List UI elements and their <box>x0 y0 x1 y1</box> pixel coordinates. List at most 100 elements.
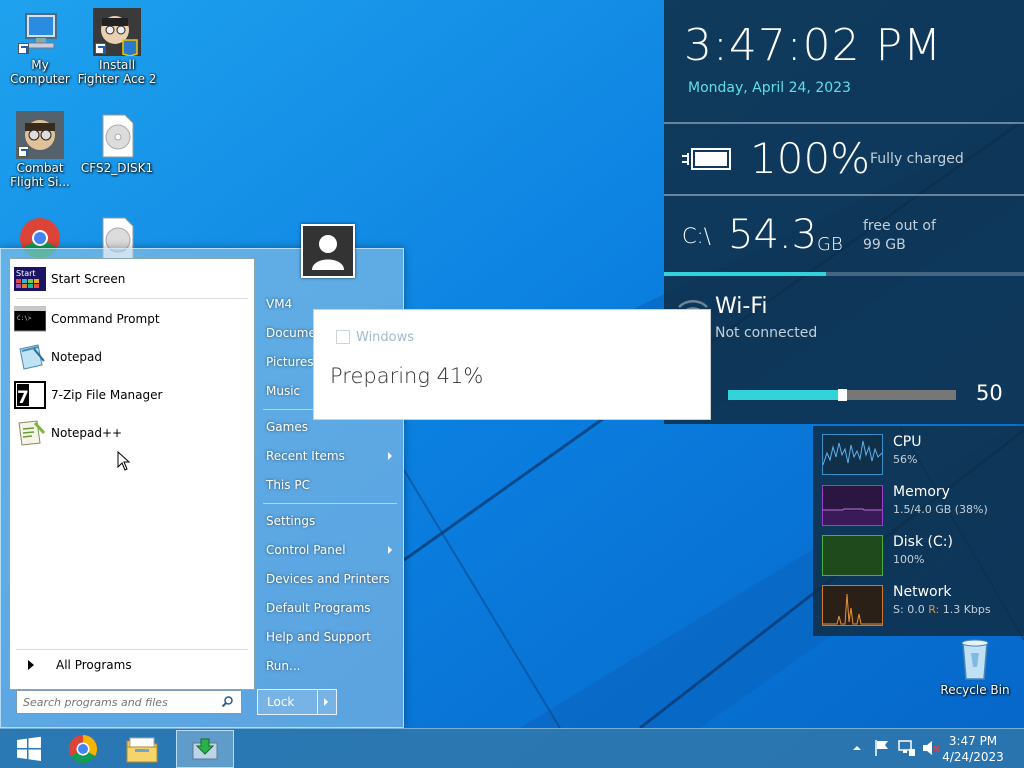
file-explorer-icon <box>126 737 158 763</box>
start-screen-icon: Start <box>14 265 46 293</box>
start-search-box[interactable] <box>16 690 242 714</box>
disk-total: 99 GB <box>863 237 906 253</box>
lock-options-arrow-icon[interactable] <box>324 698 328 706</box>
program-label: Notepad <box>51 350 102 364</box>
program-label: Notepad++ <box>51 426 123 440</box>
disk-free-caption: free out of <box>863 218 936 234</box>
dialog-title: Windows <box>356 330 415 345</box>
windows-logo-icon <box>17 736 41 761</box>
windows-logo-icon <box>336 330 350 344</box>
divider <box>664 194 1024 196</box>
lock-label: Lock <box>258 690 318 714</box>
dialog-status: Preparing 41% <box>330 364 484 388</box>
show-hidden-icons-icon[interactable] <box>852 743 862 753</box>
wifi-title: Wi-Fi <box>715 294 768 319</box>
lock-button[interactable]: Lock <box>257 689 337 715</box>
disk-usage-fill <box>664 272 826 276</box>
network-status-icon[interactable] <box>898 739 916 757</box>
places-item-default-programs[interactable]: Default Programs <box>266 596 398 620</box>
program-start-screen[interactable]: Start Start Screen <box>14 263 250 295</box>
divider <box>16 298 248 299</box>
volume-thumb[interactable] <box>838 389 847 401</box>
user-avatar[interactable] <box>301 224 355 278</box>
fighter-ace-installer-icon <box>93 8 141 57</box>
perf-network-name: Network <box>893 584 952 600</box>
user-icon <box>312 235 344 270</box>
places-item-control-panel[interactable]: Control Panel <box>266 538 398 562</box>
places-item-this-pc[interactable]: This PC <box>266 473 398 497</box>
action-center-flag-icon[interactable] <box>874 739 890 757</box>
wifi-status: Not connected <box>715 325 818 341</box>
desktop-icon-label: Recycle Bin <box>940 683 1010 697</box>
divider <box>16 649 248 650</box>
desktop-icon-label: My Computer <box>10 58 70 86</box>
mouse-cursor-icon <box>117 451 131 471</box>
program-notepad-plus-plus[interactable]: Notepad++ <box>14 417 250 449</box>
perf-network-value: S: 0.0 R: 1.3 Kbps <box>893 603 991 616</box>
volume-value: 50 <box>976 381 1003 405</box>
svg-text:Start: Start <box>16 269 36 278</box>
places-item-settings[interactable]: Settings <box>266 509 398 533</box>
taskbar-clock[interactable]: 3:47 PM 4/24/2023 <box>938 733 1008 765</box>
search-input[interactable] <box>23 695 219 709</box>
system-info-panel: 3:47:02 PM Monday, April 24, 2023 100% F… <box>664 0 1024 424</box>
memory-graph <box>822 485 883 526</box>
disk-unit: GB <box>817 234 843 255</box>
command-prompt-icon: C:\> <box>13 305 47 333</box>
desktop-icon-install-fighter-ace[interactable]: Install Fighter Ace 2 <box>77 8 157 86</box>
battery-status: Fully charged <box>870 151 964 167</box>
panel-date: Monday, April 24, 2023 <box>688 80 851 96</box>
submenu-arrow-icon <box>388 546 392 554</box>
taskbar-file-explorer-button[interactable] <box>113 730 171 768</box>
taskbar-date: 4/24/2023 <box>942 750 1004 764</box>
performance-panel: CPU 56% Memory 1.5/4.0 GB (38%) Disk (C:… <box>813 426 1024 636</box>
cpu-graph <box>822 434 883 475</box>
volume-slider[interactable] <box>728 389 956 401</box>
perf-cpu-value: 56% <box>893 453 918 466</box>
desktop-icon-label: Install Fighter Ace 2 <box>77 58 157 86</box>
desktop-icon-combat-flight-sim[interactable]: Combat Flight Si... <box>0 111 80 189</box>
panel-clock: 3:47:02 PM <box>684 20 943 71</box>
all-programs-button[interactable]: All Programs <box>18 654 250 676</box>
disk-graph <box>822 535 883 576</box>
combat-flight-sim-icon <box>16 111 64 159</box>
program-command-prompt[interactable]: C:\> Command Prompt <box>13 303 250 335</box>
all-programs-label: All Programs <box>56 658 132 672</box>
perf-disk-name: Disk (C:) <box>893 534 953 550</box>
taskbar: 3:47 PM 4/24/2023 <box>0 728 1024 768</box>
places-item-run[interactable]: Run... <box>266 654 398 678</box>
notepad-icon <box>14 343 46 371</box>
desktop-icon-label: Combat Flight Si... <box>10 161 70 189</box>
desktop-icon-label: CFS2_DISK1 <box>80 161 154 175</box>
desktop-icon-recycle-bin[interactable]: Recycle Bin <box>935 633 1015 697</box>
places-item-devices-printers[interactable]: Devices and Printers <box>266 567 398 591</box>
start-button[interactable] <box>0 730 58 768</box>
places-item-help-support[interactable]: Help and Support <box>266 625 398 649</box>
7zip-icon: 7z <box>14 381 46 409</box>
notepad-plus-plus-icon <box>14 419 46 447</box>
disk-usage-bar <box>664 272 1024 276</box>
program-label: Command Prompt <box>51 312 160 326</box>
search-icon[interactable] <box>222 696 233 707</box>
network-graph <box>822 585 883 626</box>
divider <box>664 122 1024 124</box>
taskbar-chrome-button[interactable] <box>54 730 112 768</box>
submenu-arrow-icon <box>388 452 392 460</box>
program-7zip[interactable]: 7z 7-Zip File Manager <box>14 379 250 411</box>
perf-disk-value: 100% <box>893 553 925 566</box>
desktop-icon-my-computer[interactable]: My Computer <box>0 8 80 86</box>
places-item-recent-items[interactable]: Recent Items <box>266 444 398 468</box>
desktop-icon-cfs2-disk1[interactable]: CFS2_DISK1 <box>77 111 157 175</box>
chrome-icon <box>69 735 97 763</box>
start-menu-programs-pane: Start Start Screen C:\> Command Prompt N… <box>9 258 255 690</box>
svg-text:C:\>: C:\> <box>17 315 32 322</box>
battery-percent: 100% <box>750 134 871 183</box>
taskbar-installer-button[interactable] <box>176 730 234 768</box>
disk-drive-label: C:\ <box>682 224 711 248</box>
program-notepad[interactable]: Notepad <box>14 341 250 373</box>
preparing-dialog: Windows Preparing 41% <box>313 309 711 420</box>
divider <box>263 503 397 504</box>
svg-text:7z: 7z <box>17 388 39 408</box>
perf-memory-value: 1.5/4.0 GB (38%) <box>893 503 988 516</box>
program-label: 7-Zip File Manager <box>51 388 163 402</box>
